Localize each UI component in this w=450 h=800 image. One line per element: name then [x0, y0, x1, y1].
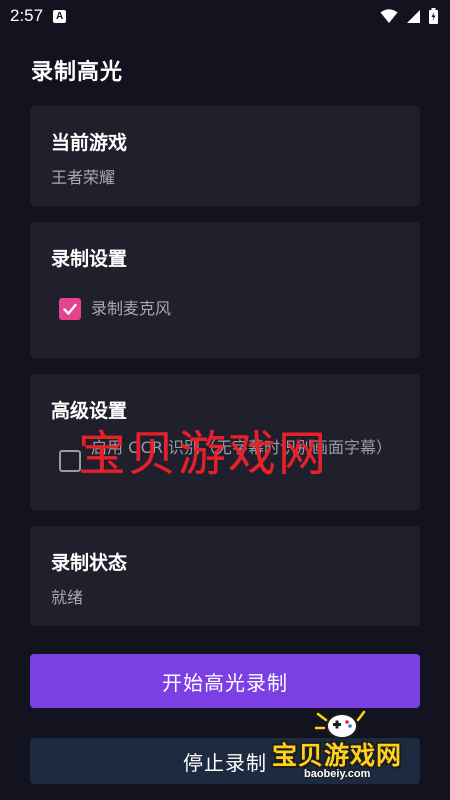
status-bar: 2:57 A: [0, 0, 450, 32]
ocr-checkbox-row[interactable]: 启用 OCR 识别（无字幕时识别画面字幕）: [59, 437, 401, 472]
ocr-checkbox-label: 启用 OCR 识别（无字幕时识别画面字幕）: [91, 438, 393, 457]
mic-checkbox-row[interactable]: 录制麦克风: [59, 298, 171, 320]
mic-checkbox[interactable]: [59, 298, 81, 320]
stop-recording-button[interactable]: 停止录制: [30, 738, 420, 784]
current-game-card: 当前游戏 王者荣耀: [30, 106, 420, 206]
notification-a-icon: A: [53, 9, 67, 23]
advanced-settings-title: 高级设置: [51, 400, 128, 422]
wifi-icon: [380, 9, 398, 23]
advanced-settings-card: 高级设置 启用 OCR 识别（无字幕时识别画面字幕）: [30, 374, 420, 510]
ocr-checkbox[interactable]: [59, 450, 81, 472]
gamepad-mascot-icon: [314, 710, 366, 739]
checkmark-icon: [63, 303, 77, 315]
status-time: 2:57: [10, 6, 44, 25]
status-icons: [380, 8, 438, 24]
record-status-card: 录制状态 就绪: [30, 526, 420, 626]
record-status-value: 就绪: [51, 588, 84, 607]
mic-checkbox-label: 录制麦克风: [91, 299, 172, 318]
record-status-title: 录制状态: [51, 552, 128, 574]
page-title: 录制高光: [31, 60, 124, 85]
start-highlight-recording-button[interactable]: 开始高光录制: [30, 654, 420, 708]
record-settings-card: 录制设置 录制麦克风: [30, 222, 420, 358]
signal-icon: [407, 9, 420, 23]
current-game-value: 王者荣耀: [51, 168, 116, 187]
battery-icon: [429, 8, 438, 24]
record-settings-title: 录制设置: [51, 248, 128, 270]
current-game-title: 当前游戏: [51, 132, 128, 154]
